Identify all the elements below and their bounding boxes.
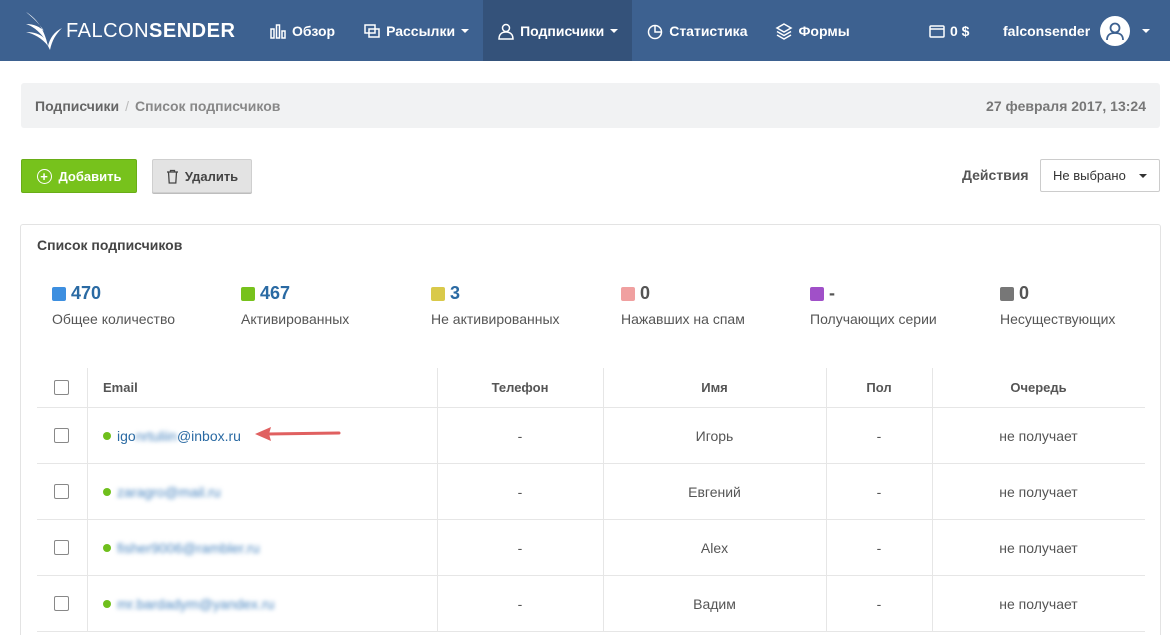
breadcrumb-parent[interactable]: Подписчики (35, 98, 119, 114)
brand-logo[interactable]: FALCONSENDER (0, 0, 255, 61)
header-phone[interactable]: Телефон (437, 368, 603, 407)
nav-subscribers[interactable]: Подписчики (483, 0, 633, 61)
gender-cell: - (876, 595, 882, 612)
copy-icon (364, 23, 380, 38)
table-row[interactable]: zaragro@mail.ru - Евгений - не получает (37, 464, 1145, 520)
table-header: Email Телефон Имя Пол Очередь (37, 368, 1145, 408)
nav-campaigns[interactable]: Рассылки (349, 0, 483, 61)
stat-total: 470 Общее количество (52, 283, 176, 327)
table-row[interactable]: igo nrtuliin @inbox.ru - Игорь - не получа… (37, 408, 1145, 464)
avatar-user-icon (1106, 22, 1125, 40)
nav-forms[interactable]: Формы (761, 0, 863, 61)
top-navbar: FALCONSENDER Обзор Рассылки Подписчики С… (0, 0, 1170, 61)
subscribers-panel: Список подписчиков 470 Общее количество … (20, 224, 1161, 635)
queue-cell: не получает (999, 595, 1078, 612)
row-checkbox[interactable] (54, 540, 69, 555)
actions-select[interactable]: Не выбрано (1040, 159, 1160, 192)
chevron-down-icon (1139, 174, 1147, 178)
name-cell: Игорь (695, 427, 734, 444)
email-cell[interactable]: mr.bardadym@yandex.ru (103, 576, 274, 631)
breadcrumb: Подписчики / Список подписчиков 27 февра… (21, 83, 1160, 128)
layers-icon (775, 22, 793, 40)
gender-cell: - (876, 427, 882, 444)
stat-color-swatch (1000, 286, 1014, 301)
phone-cell: - (517, 595, 523, 612)
table-row[interactable]: fisher9006@rambler.ru - Alex - не получа… (37, 520, 1145, 576)
delete-button[interactable]: Удалить (152, 159, 252, 193)
phone-cell: - (517, 427, 523, 444)
main-nav: Обзор Рассылки Подписчики Статистика Фор… (255, 0, 864, 61)
actions-label: Действия (962, 167, 1029, 183)
panel-title: Список подписчиков (37, 237, 183, 253)
queue-cell: не получает (999, 483, 1078, 500)
gender-cell: - (876, 539, 882, 556)
email-cell[interactable]: fisher9006@rambler.ru (103, 520, 260, 575)
stat-activated: 467 Активированных (241, 283, 350, 327)
header-gender[interactable]: Пол (826, 368, 932, 407)
row-checkbox[interactable] (54, 428, 69, 443)
plus-circle-icon: + (36, 168, 52, 184)
email-cell[interactable]: igo nrtuliin @inbox.ru (103, 408, 241, 463)
stat-color-swatch (431, 286, 445, 301)
brand-name: FALCONSENDER (66, 20, 236, 42)
header-queue[interactable]: Очередь (932, 368, 1145, 407)
stat-spam: 0 Нажавших на спам (621, 283, 745, 327)
nav-overview[interactable]: Обзор (255, 0, 349, 61)
email-cell[interactable]: zaragro@mail.ru (103, 464, 221, 519)
username: falconsender (1003, 22, 1091, 39)
pie-icon (647, 24, 663, 39)
stat-nonexistent: 0 Несуществующих (1000, 283, 1116, 327)
header-name[interactable]: Имя (603, 368, 826, 407)
current-date: 27 февраля 2017, 13:24 (986, 97, 1146, 114)
stat-color-swatch (241, 286, 255, 301)
stat-not-activated: 3 Не активированных (431, 283, 560, 327)
queue-cell: не получает (999, 427, 1078, 444)
add-button[interactable]: + Добавить (21, 159, 137, 193)
chevron-down-icon (1142, 28, 1151, 33)
user-icon (498, 23, 514, 40)
name-cell: Вадим (693, 595, 736, 612)
stat-color-swatch (810, 286, 824, 301)
active-status-dot (103, 599, 111, 608)
active-status-dot (103, 487, 111, 496)
chart-bars-icon (270, 23, 286, 39)
annotation-arrow-icon (255, 427, 341, 441)
chevron-down-icon (461, 28, 470, 33)
chevron-down-icon (610, 28, 619, 33)
select-all-checkbox[interactable] (54, 380, 69, 395)
trash-icon (166, 169, 178, 184)
name-cell: Alex (700, 539, 729, 556)
balance[interactable]: 0 $ (928, 0, 969, 61)
user-menu[interactable]: falconsender (1003, 0, 1151, 61)
stat-color-swatch (52, 286, 66, 301)
breadcrumb-separator: / (125, 97, 130, 114)
stat-color-swatch (621, 286, 635, 301)
breadcrumb-current: Список подписчиков (135, 97, 281, 114)
queue-cell: не получает (999, 539, 1078, 556)
row-checkbox[interactable] (54, 484, 69, 499)
avatar (1100, 15, 1131, 46)
table-row[interactable]: mr.bardadym@yandex.ru - Вадим - не получ… (37, 576, 1145, 632)
phone-cell: - (517, 483, 523, 500)
falcon-wing-icon (26, 11, 62, 50)
wallet-icon (929, 24, 945, 38)
header-email[interactable]: Email (103, 368, 138, 407)
active-status-dot (103, 543, 111, 552)
subscribers-table: Email Телефон Имя Пол Очередь igo nrtulii… (37, 368, 1145, 632)
active-status-dot (103, 431, 111, 440)
name-cell: Евгений (688, 483, 741, 500)
phone-cell: - (517, 539, 523, 556)
gender-cell: - (876, 483, 882, 500)
stat-series: - Получающих серии (810, 283, 937, 327)
nav-statistics[interactable]: Статистика (632, 0, 761, 61)
row-checkbox[interactable] (54, 596, 69, 611)
